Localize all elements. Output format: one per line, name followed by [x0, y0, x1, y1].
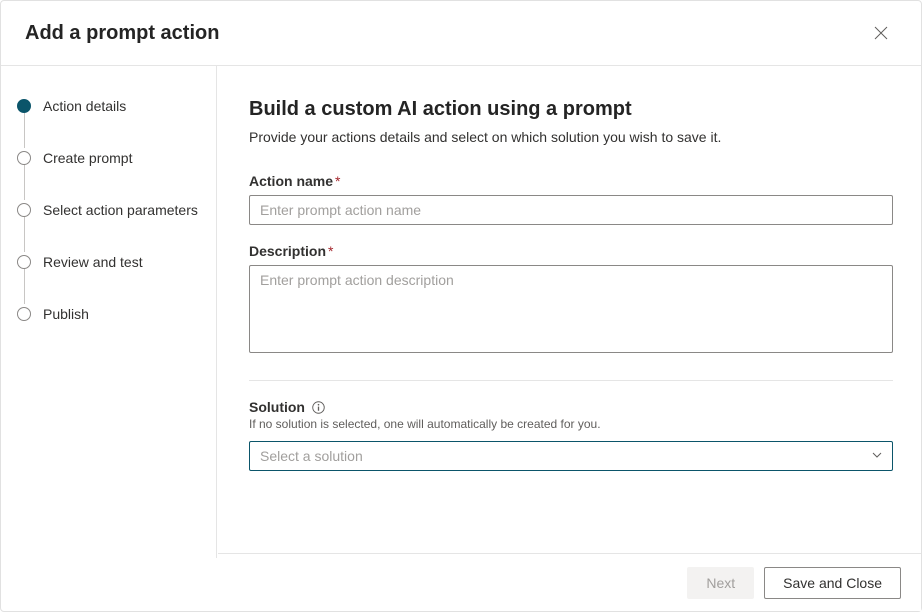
- action-name-field: Action name*: [249, 173, 893, 225]
- dialog-body: Action details Create prompt Select acti…: [1, 66, 921, 558]
- step-indicator-icon: [17, 307, 31, 321]
- step-label: Action details: [43, 98, 126, 114]
- solution-select-wrapper: Select a solution: [249, 441, 893, 471]
- step-label: Select action parameters: [43, 202, 198, 218]
- required-indicator: *: [335, 173, 340, 189]
- step-label: Review and test: [43, 254, 143, 270]
- label-text: Action name: [249, 173, 333, 189]
- step-review-and-test[interactable]: Review and test: [17, 254, 208, 306]
- dialog-footer: Next Save and Close: [217, 554, 921, 611]
- wizard-steps: Action details Create prompt Select acti…: [17, 98, 208, 322]
- action-name-input[interactable]: [249, 195, 893, 225]
- save-and-close-button[interactable]: Save and Close: [764, 567, 901, 599]
- step-publish[interactable]: Publish: [17, 306, 208, 322]
- label-text: Description: [249, 243, 326, 259]
- solution-help-text: If no solution is selected, one will aut…: [249, 417, 893, 431]
- close-icon: [874, 26, 888, 40]
- step-select-action-parameters[interactable]: Select action parameters: [17, 202, 208, 254]
- wizard-sidebar: Action details Create prompt Select acti…: [1, 66, 217, 558]
- required-indicator: *: [328, 243, 333, 259]
- description-label: Description*: [249, 243, 893, 259]
- solution-label-row: Solution: [249, 399, 893, 415]
- solution-select-placeholder: Select a solution: [260, 448, 363, 464]
- step-label: Publish: [43, 306, 89, 322]
- close-button[interactable]: [865, 17, 897, 49]
- step-create-prompt[interactable]: Create prompt: [17, 150, 208, 202]
- description-field: Description*: [249, 243, 893, 356]
- solution-field: Solution If no solution is selected, one…: [249, 399, 893, 471]
- step-indicator-icon: [17, 255, 31, 269]
- main-panel: Build a custom AI action using a prompt …: [217, 66, 921, 558]
- description-input[interactable]: [249, 265, 893, 353]
- step-indicator-icon: [17, 151, 31, 165]
- info-icon[interactable]: [311, 400, 325, 414]
- step-connector: [24, 216, 25, 252]
- step-label: Create prompt: [43, 150, 132, 166]
- dialog-title: Add a prompt action: [25, 22, 219, 45]
- next-button: Next: [687, 567, 754, 599]
- page-subtitle: Provide your actions details and select …: [249, 129, 893, 145]
- action-name-label: Action name*: [249, 173, 893, 189]
- solution-select[interactable]: Select a solution: [249, 441, 893, 471]
- step-action-details[interactable]: Action details: [17, 98, 208, 150]
- step-connector: [24, 112, 25, 148]
- page-title: Build a custom AI action using a prompt: [249, 98, 893, 121]
- step-indicator-icon: [17, 203, 31, 217]
- step-indicator-icon: [17, 99, 31, 113]
- step-connector: [24, 268, 25, 304]
- section-divider: [249, 380, 893, 381]
- dialog-header: Add a prompt action: [1, 1, 921, 66]
- step-connector: [24, 164, 25, 200]
- solution-label: Solution: [249, 399, 305, 415]
